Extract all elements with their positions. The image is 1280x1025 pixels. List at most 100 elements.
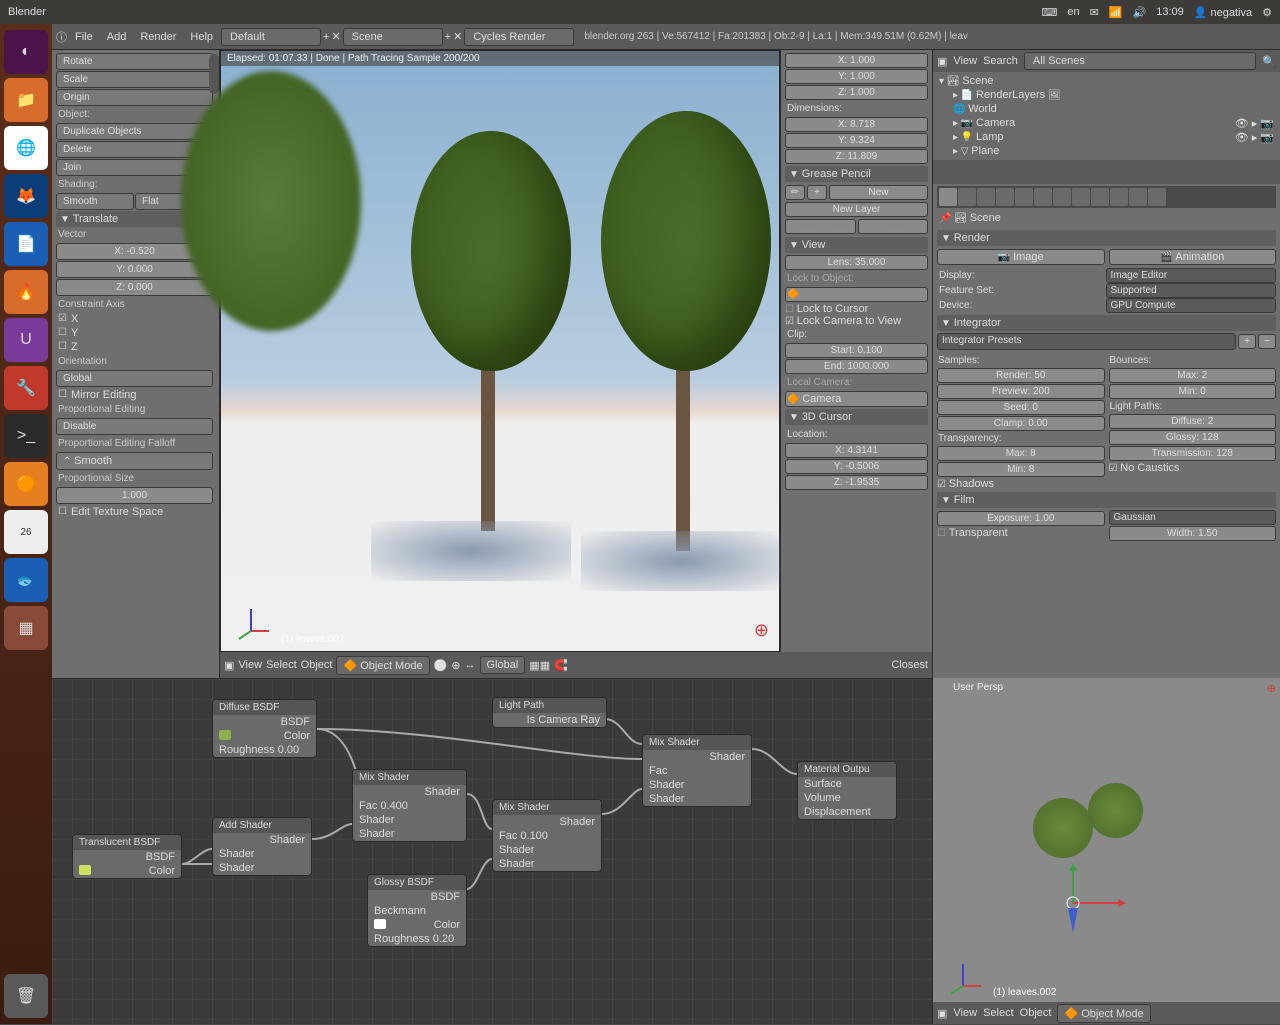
gear-icon[interactable]: ⚙ — [1262, 6, 1272, 19]
node-light-path[interactable]: Light Path Is Camera Ray — [492, 697, 607, 728]
orientation-dd[interactable]: Global — [480, 656, 526, 674]
editor-type-icon[interactable]: ▣ — [224, 659, 234, 672]
preset-add-icon[interactable]: + — [1238, 334, 1256, 349]
render-panel[interactable]: ▼ Render — [937, 230, 1276, 246]
cursor-z[interactable]: Z: -1.9535 — [785, 475, 928, 490]
outliner-icon[interactable]: ▣ — [937, 55, 947, 68]
bounces-max[interactable]: Max: 2 — [1109, 368, 1277, 383]
preview-samples[interactable]: Preview: 200 — [937, 384, 1105, 399]
cursor-panel[interactable]: ▼ 3D Cursor — [785, 409, 928, 425]
scale-y[interactable]: Y: 1.000 — [785, 69, 928, 84]
tab-render[interactable] — [939, 188, 957, 206]
transp-min[interactable]: Min: 8 — [937, 462, 1105, 477]
tab-object[interactable] — [1015, 188, 1033, 206]
delframe-button[interactable]: Delete Frame — [785, 219, 856, 234]
terminal-icon[interactable]: >_ — [4, 414, 48, 458]
tree-lamp[interactable]: ▸ 💡 Lamp 👁 ▸ 📷 — [937, 130, 1276, 144]
cursor-x[interactable]: X: 4.3141 — [785, 443, 928, 458]
edittex-check[interactable]: ☐ Edit Texture Space — [56, 505, 213, 519]
tab-data[interactable] — [1072, 188, 1090, 206]
tree-camera[interactable]: ▸ 📷 Camera 👁 ▸ 📷 — [937, 116, 1276, 130]
tree-world[interactable]: 🌐 World — [937, 102, 1276, 116]
search-label[interactable]: Search — [983, 55, 1018, 67]
scale-x[interactable]: X: 1.000 — [785, 53, 928, 68]
select-menu[interactable]: Select — [983, 1007, 1014, 1019]
filter-width[interactable]: Width: 1.50 — [1109, 526, 1277, 541]
menu-file[interactable]: File — [69, 29, 99, 45]
lockobj-field[interactable]: 🔶 — [785, 287, 928, 302]
node-diffuse-bsdf[interactable]: Diffuse BSDF BSDF Color Roughness 0.00 — [212, 699, 317, 758]
node-glossy-bsdf[interactable]: Glossy BSDF BSDF Beckmann Color Roughnes… — [367, 874, 467, 947]
dim-z[interactable]: Z: 11.809 — [785, 149, 928, 164]
gp-panel[interactable]: ▼ Grease Pencil — [785, 166, 928, 182]
editor-type-icon[interactable]: ▣ — [937, 1007, 947, 1020]
clip-end[interactable]: End: 1000.000 — [785, 359, 928, 374]
lens-input[interactable]: Lens: 35.000 — [785, 255, 928, 270]
volume-icon[interactable]: 🔊 — [1133, 6, 1147, 19]
cursor-y[interactable]: Y: -0.5006 — [785, 459, 928, 474]
select-menu[interactable]: Select — [266, 659, 297, 671]
node-mix-shader-3[interactable]: Mix Shader Shader Fac Shader Shader — [642, 734, 752, 807]
secondary-viewport[interactable]: User Persp ⊕ (1) leaves.002 ▣ View Selec… — [932, 678, 1280, 1024]
layout-dropdown[interactable]: Default — [221, 28, 321, 46]
manipulator-icon[interactable]: ↔ — [465, 659, 476, 671]
camera-field[interactable]: 🔶 Camera — [785, 391, 928, 407]
exposure-input[interactable]: Exposure: 1.00 — [937, 511, 1105, 526]
device-dd[interactable]: GPU Compute — [1106, 298, 1277, 313]
calendar-icon[interactable]: 26 — [4, 510, 48, 554]
wifi-icon[interactable]: 📶 — [1109, 6, 1123, 19]
layout-del-icon[interactable]: ✕ — [331, 30, 340, 43]
tab-modifiers[interactable] — [1053, 188, 1071, 206]
blender-icon[interactable]: 🟠 — [4, 462, 48, 506]
tree-renderlayers[interactable]: ▸ 📄 RenderLayers 🖼 — [937, 88, 1276, 102]
propsize-input[interactable]: 1.000 — [56, 487, 213, 504]
film-panel[interactable]: ▼ Film — [937, 492, 1276, 508]
layers-widget[interactable]: ▦▦ — [529, 659, 550, 672]
shading-icon[interactable]: ⚪ — [434, 659, 448, 672]
tab-constraints[interactable] — [1034, 188, 1052, 206]
app-icon[interactable]: 🔥 — [4, 270, 48, 314]
node-mix-shader-1[interactable]: Mix Shader Shader Fac 0.400 Shader Shade… — [352, 769, 467, 842]
clamp-input[interactable]: Clamp: 0.00 — [937, 416, 1105, 431]
propedit-dropdown[interactable]: Disable — [56, 418, 213, 435]
tab-texture[interactable] — [1110, 188, 1128, 206]
presets-dd[interactable]: Integrator Presets — [937, 333, 1236, 350]
new-button[interactable]: New — [829, 185, 928, 200]
rotate-button[interactable]: Rotate — [56, 53, 213, 70]
files-icon[interactable]: 📁 — [4, 78, 48, 122]
menu-add[interactable]: Add — [101, 29, 133, 45]
node-editor[interactable]: Diffuse BSDF BSDF Color Roughness 0.00 T… — [52, 678, 932, 1024]
object-menu[interactable]: Object — [301, 659, 333, 671]
scene-del-icon[interactable]: ✕ — [453, 30, 462, 43]
image-button[interactable]: 📷 Image — [937, 249, 1105, 265]
transmission-bounces[interactable]: Transmission: 128 — [1109, 446, 1277, 461]
mail-icon[interactable]: ✉ — [1090, 6, 1099, 19]
engine-dropdown[interactable]: Cycles Render — [464, 28, 574, 46]
convert-button[interactable]: Convert — [858, 219, 929, 234]
tab-material[interactable] — [1091, 188, 1109, 206]
tab-layers[interactable] — [958, 188, 976, 206]
writer-icon[interactable]: 📄 — [4, 222, 48, 266]
trash-icon[interactable]: 🗑 — [4, 974, 48, 1018]
node-translucent-bsdf[interactable]: Translucent BSDF BSDF Color — [72, 834, 182, 879]
dim-y[interactable]: Y: 9.324 — [785, 133, 928, 148]
filter-dropdown[interactable]: All Scenes — [1024, 52, 1256, 70]
snap-icon[interactable]: 🧲 — [554, 659, 568, 672]
glossy-bounces[interactable]: Glossy: 128 — [1109, 430, 1277, 445]
search-icon[interactable]: 🔍 — [1262, 55, 1276, 68]
object-menu[interactable]: Object — [1020, 1007, 1052, 1019]
dash-icon[interactable]: ◐ — [4, 30, 48, 74]
lockcursor-check[interactable]: ☐ Lock to Cursor — [785, 303, 928, 315]
tab-world[interactable] — [996, 188, 1014, 206]
mode-dropdown[interactable]: 🔶 Object Mode — [1057, 1004, 1150, 1023]
shadows-check[interactable]: ☑ Shadows — [937, 478, 1105, 490]
scene-add-icon[interactable]: + — [445, 31, 451, 43]
app2-icon[interactable]: 🐟 — [4, 558, 48, 602]
node-mix-shader-2[interactable]: Mix Shader Shader Fac 0.100 Shader Shade… — [492, 799, 602, 872]
display-dd[interactable]: Image Editor — [1106, 268, 1277, 283]
smooth-button[interactable]: Smooth — [56, 193, 134, 210]
layout-add-icon[interactable]: + — [323, 31, 329, 43]
snap-mode[interactable]: Closest — [891, 659, 928, 671]
settings-icon[interactable]: 🔧 — [4, 366, 48, 410]
scale-z[interactable]: Z: 1.000 — [785, 85, 928, 100]
